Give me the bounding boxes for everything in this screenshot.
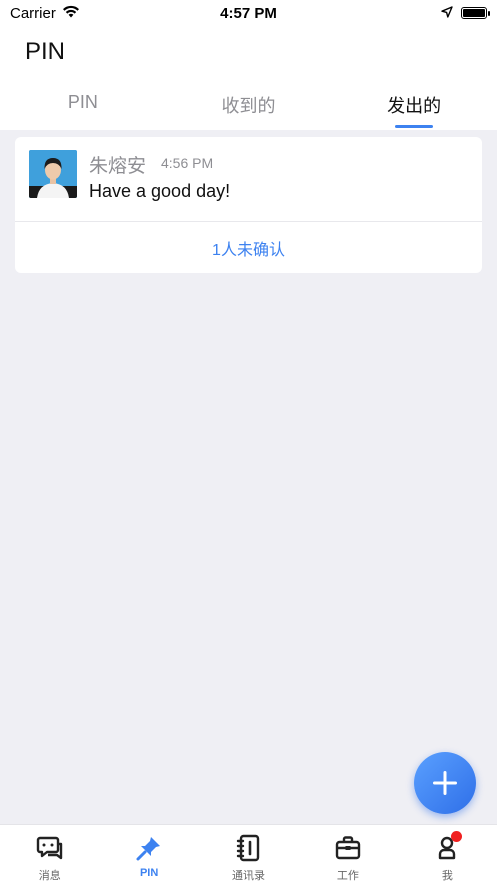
tabbar-label: 通讯录	[232, 870, 266, 882]
tabbar-item-contacts[interactable]: 通讯录	[199, 825, 298, 883]
tabbar-label: PIN	[139, 867, 159, 879]
tabbar-label: 工作	[336, 870, 359, 882]
pin-card-content: 朱熔安 4:56 PM Have a good day!	[15, 137, 482, 221]
tabbar-item-messages[interactable]: 消息	[0, 825, 99, 883]
briefcase-icon	[333, 833, 363, 863]
tabbar-item-work[interactable]: 工作	[298, 825, 397, 883]
battery-icon	[461, 7, 490, 19]
segment-tabs: PIN 收到的 发出的	[0, 86, 497, 130]
carrier-label: Carrier	[10, 4, 56, 22]
status-left: Carrier	[10, 5, 80, 22]
chat-icon	[35, 833, 65, 863]
sender-name: 朱熔安	[89, 156, 147, 177]
location-arrow-icon	[441, 5, 453, 22]
contacts-book-icon	[234, 833, 264, 863]
plus-icon	[433, 771, 457, 795]
unconfirmed-link[interactable]: 1人未确认	[15, 222, 482, 273]
tab-label: 发出的	[387, 96, 442, 116]
status-bar: Carrier 4:57 PM	[0, 0, 497, 26]
pin-icon	[134, 833, 164, 863]
add-pin-button[interactable]	[414, 752, 476, 814]
tab-label: PIN	[67, 92, 98, 112]
tab-label: 收到的	[221, 96, 276, 116]
pin-card[interactable]: 朱熔安 4:56 PM Have a good day! 1人未确认	[15, 137, 482, 273]
tab-pin[interactable]: PIN	[0, 86, 166, 130]
tab-sent[interactable]: 发出的	[331, 86, 497, 130]
tabbar-item-pin[interactable]: PIN	[99, 825, 198, 883]
active-tab-indicator	[395, 125, 434, 128]
user-icon	[432, 831, 463, 863]
bottom-tab-bar: 消息 PIN 通讯录 工作 我	[0, 824, 497, 883]
tabbar-label: 我	[441, 870, 453, 882]
status-right	[441, 5, 490, 22]
wifi-icon	[62, 5, 80, 22]
tabbar-label: 消息	[38, 870, 61, 882]
avatar[interactable]	[29, 150, 77, 198]
tab-received[interactable]: 收到的	[166, 86, 332, 130]
timestamp: 4:56 PM	[161, 155, 214, 171]
header: PIN PIN 收到的 发出的	[0, 26, 497, 130]
page-title: PIN	[25, 38, 66, 65]
tabbar-item-me[interactable]: 我	[398, 825, 497, 883]
pin-message: Have a good day!	[89, 181, 231, 201]
